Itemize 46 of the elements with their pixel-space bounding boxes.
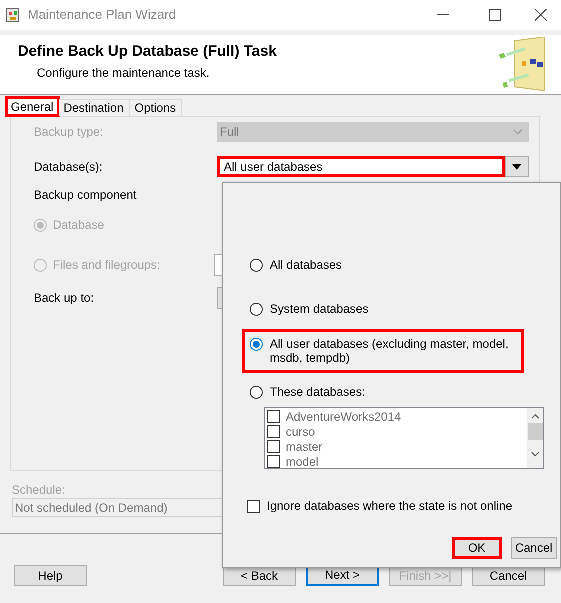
database-name[interactable]: AdventureWorks2014 (286, 408, 402, 426)
schedule-label: Schedule: (12, 482, 66, 496)
tab[interactable]: General (6, 97, 59, 116)
checkbox-label: Ignore databases where the state is not online (267, 498, 512, 515)
databases-dropdown[interactable]: All user databases (217, 156, 505, 177)
radio-button[interactable] (250, 259, 263, 272)
radio-button[interactable] (250, 386, 263, 399)
page-subtitle: Configure the maintenance task. (36, 64, 211, 82)
checkbox[interactable] (267, 440, 280, 453)
radio-button[interactable] (250, 338, 263, 351)
wizard-button[interactable]: Help (14, 565, 87, 586)
dialog-button[interactable]: OK (452, 537, 502, 559)
scroll-thumb[interactable] (528, 423, 542, 440)
window-title: Maintenance Plan Wizard (28, 6, 176, 24)
radio-label: System databases (270, 302, 370, 316)
triangle-down-icon (512, 164, 522, 170)
checkbox[interactable] (267, 425, 280, 438)
field-label: Database(s): (34, 158, 104, 176)
checkbox[interactable] (247, 500, 260, 512)
checkbox[interactable] (267, 410, 280, 423)
page-title: Define Back Up Database (Full) Task (18, 42, 277, 62)
database-name[interactable]: model (286, 452, 319, 470)
dialog-button[interactable]: Cancel (511, 537, 557, 559)
tab[interactable]: Options (130, 99, 182, 116)
section-label: Backup component (34, 187, 138, 202)
database-list[interactable]: AdventureWorks2014 curso master model (264, 407, 544, 469)
database-name[interactable]: master (286, 438, 323, 456)
app-icon (6, 7, 22, 23)
field-label: Back up to: (34, 290, 96, 307)
chevron-down-icon[interactable] (530, 452, 540, 457)
chevron-down-icon (513, 128, 523, 134)
database-name[interactable]: curso (286, 422, 316, 440)
radio-label: Files and filegroups: (53, 257, 162, 274)
radio-label: These databases: (270, 385, 366, 399)
radio-label: All user databases (excluding master, model, msdb, tempdb) (270, 337, 510, 365)
close-icon[interactable] (535, 9, 547, 21)
scrollbar[interactable] (527, 408, 543, 468)
radio-button[interactable] (250, 303, 263, 316)
dropdown-button[interactable] (505, 156, 529, 177)
radio-label: All databases (270, 258, 344, 272)
tab[interactable]: Destination (58, 99, 130, 116)
radio-label: Database (53, 217, 106, 234)
field-label: Backup type: (34, 124, 104, 140)
chevron-up-icon[interactable] (530, 414, 540, 419)
maximize-icon[interactable] (489, 9, 501, 21)
checkbox[interactable] (267, 455, 280, 468)
